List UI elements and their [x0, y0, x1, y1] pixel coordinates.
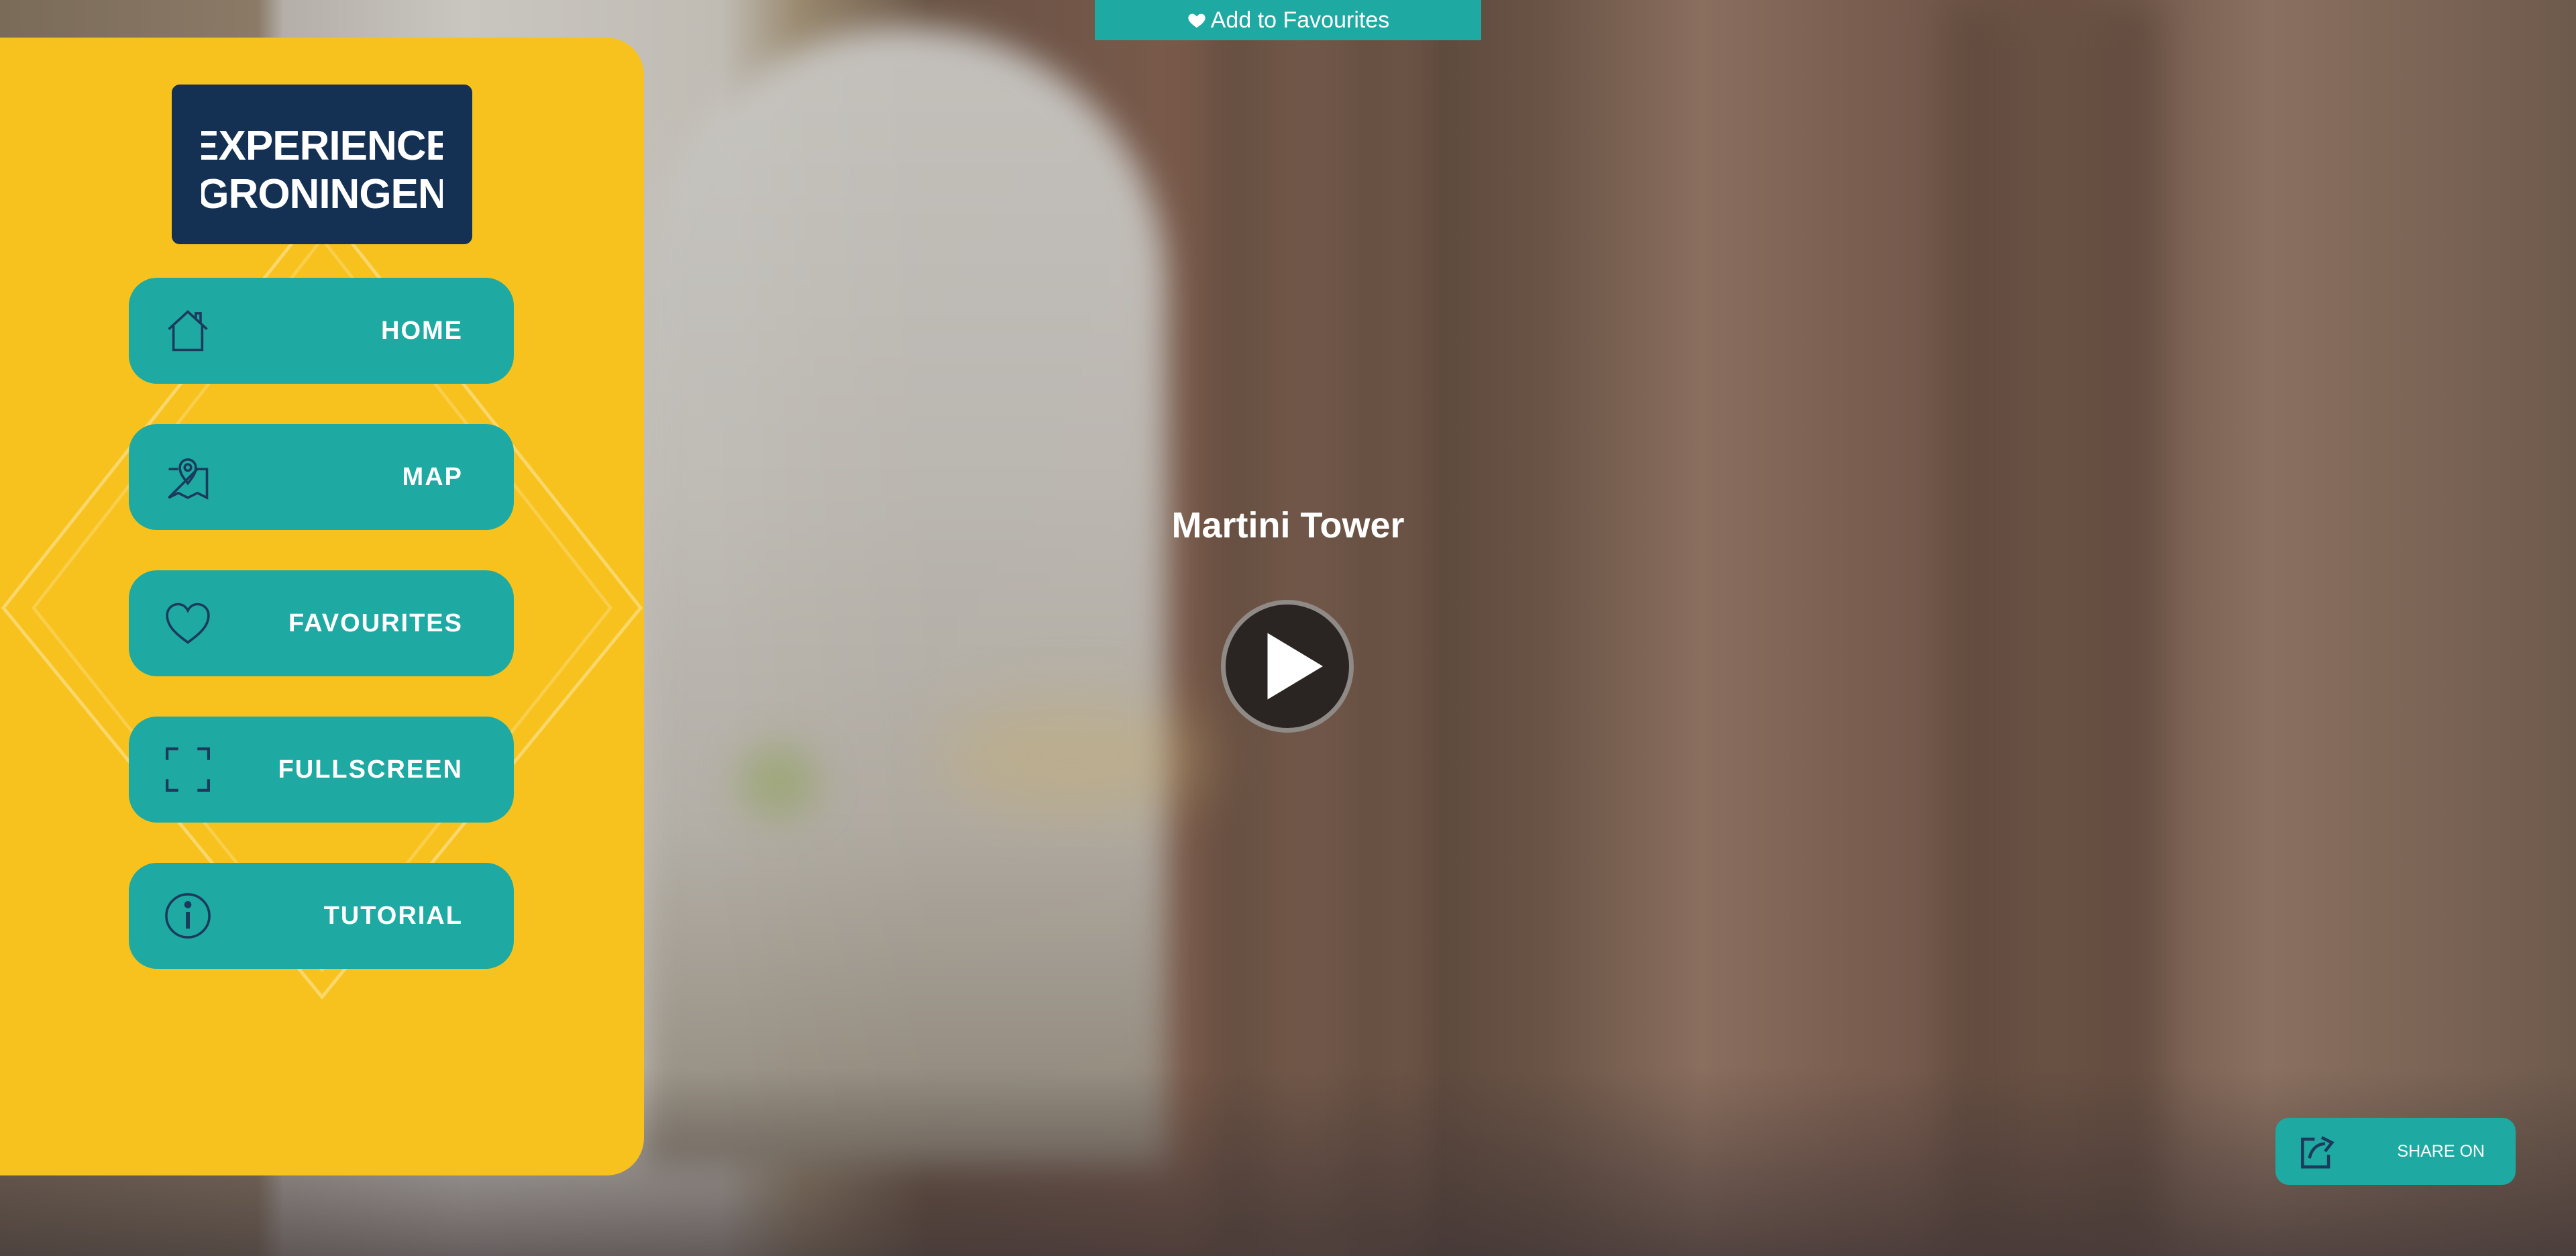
page-title: Martini Tower: [1171, 505, 1405, 545]
nav-favourites-label: FAVOURITES: [288, 609, 463, 637]
nav-fullscreen-label: FULLSCREEN: [278, 755, 463, 784]
experience-groningen-logo[interactable]: EXPERIENCE GRONINGEN: [172, 85, 472, 244]
nav-tutorial-label: TUTORIAL: [323, 901, 463, 930]
nav-fullscreen-button[interactable]: FULLSCREEN: [129, 717, 514, 823]
home-icon: [162, 305, 213, 356]
heart-icon: [1188, 13, 1205, 28]
sidebar: EXPERIENCE GRONINGEN HOME MAP FAVOURITES…: [0, 38, 644, 1175]
play-button[interactable]: [1221, 600, 1354, 733]
nav-home-label: HOME: [381, 316, 463, 345]
nav-tutorial-button[interactable]: TUTORIAL: [129, 863, 514, 969]
nav-home-button[interactable]: HOME: [129, 278, 514, 384]
share-label: SHARE ON: [2397, 1141, 2485, 1161]
add-to-favourites-button[interactable]: Add to Favourites: [1095, 0, 1481, 40]
nav-map-button[interactable]: MAP: [129, 424, 514, 530]
heart-outline-icon: [162, 598, 213, 649]
add-to-favourites-label: Add to Favourites: [1210, 7, 1390, 33]
nav-map-label: MAP: [402, 462, 463, 491]
fullscreen-icon: [162, 744, 213, 795]
info-icon: [162, 890, 213, 941]
svg-text:EXPERIENCE: EXPERIENCE: [201, 123, 443, 169]
svg-text:GRONINGEN: GRONINGEN: [201, 171, 443, 217]
play-icon: [1267, 633, 1323, 700]
map-pin-icon: [162, 452, 213, 503]
share-icon: [2301, 1136, 2334, 1169]
nav-favourites-button[interactable]: FAVOURITES: [129, 570, 514, 676]
share-button[interactable]: SHARE ON: [2275, 1118, 2516, 1185]
